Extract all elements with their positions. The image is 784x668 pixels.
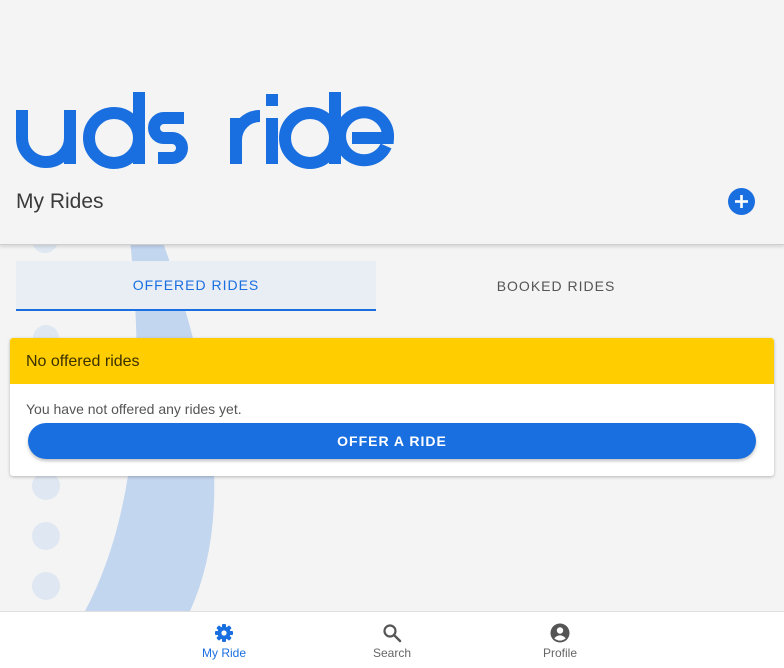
nav-label: Search: [372, 646, 412, 660]
uds-ride-logo: [16, 92, 394, 169]
gear-icon: [215, 624, 233, 642]
plus-circle-icon: [735, 195, 748, 208]
add-ride-button[interactable]: [728, 188, 755, 215]
bottom-navigation: My Ride Search Profile: [0, 611, 784, 668]
nav-item-search[interactable]: Search: [342, 612, 442, 668]
account-circle-icon: [550, 623, 570, 643]
search-icon: [383, 624, 402, 643]
app-header: My Rides: [0, 0, 784, 245]
card-message: You have not offered any rides yet.: [26, 401, 242, 417]
nav-label: Profile: [542, 646, 577, 660]
tab-booked-rides[interactable]: BOOKED RIDES: [376, 261, 736, 311]
nav-item-profile[interactable]: Profile: [510, 612, 610, 668]
nav-item-my-ride[interactable]: My Ride: [174, 612, 274, 668]
ride-tabs: OFFERED RIDES BOOKED RIDES: [16, 261, 736, 311]
offer-ride-button[interactable]: OFFER A RIDE: [28, 423, 756, 459]
card-title: No offered rides: [10, 338, 774, 384]
tab-label: BOOKED RIDES: [496, 278, 616, 294]
tab-label: OFFERED RIDES: [132, 277, 260, 293]
tab-offered-rides[interactable]: OFFERED RIDES: [16, 261, 376, 311]
nav-label: My Ride: [201, 646, 246, 660]
page-title: My Rides: [16, 190, 104, 213]
empty-state-card: No offered rides You have not offered an…: [10, 338, 774, 476]
